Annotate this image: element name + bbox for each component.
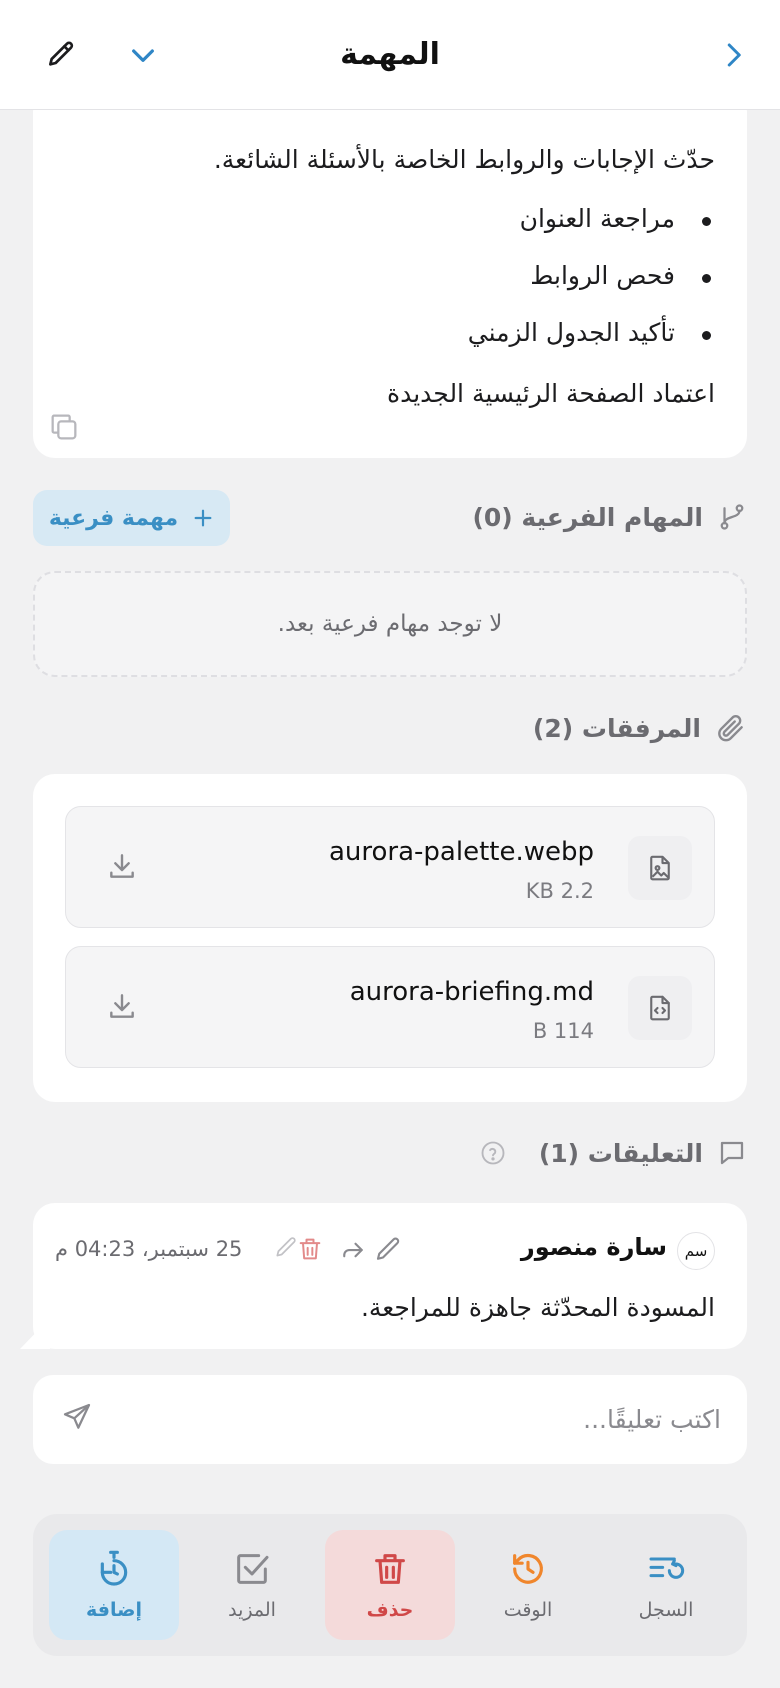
tab-time[interactable]: الوقت xyxy=(463,1530,593,1640)
tab-label: حذف xyxy=(366,1599,414,1621)
tab-more[interactable]: المزيد xyxy=(187,1530,317,1640)
attachments-title: المرفقات (2) xyxy=(532,713,701,743)
tab-label: إضافة xyxy=(86,1599,142,1621)
edit-comment-icon-wrap[interactable] xyxy=(373,1235,403,1265)
description-bullet: فحص الروابط xyxy=(530,261,711,290)
attachment-type xyxy=(628,976,692,1040)
description-intro: حدّث الإجابات والروابط الخاصة بالأسئلة ا… xyxy=(213,145,715,174)
copy-icon xyxy=(51,414,77,440)
download-button[interactable] xyxy=(106,990,138,1022)
page-title: المهمة xyxy=(340,37,440,72)
comment-item: سم سارة منصور 25 سبتمبر، 04:23 م المسودة… xyxy=(33,1203,747,1349)
chevron-right-icon xyxy=(727,43,741,67)
description-card: حدّث الإجابات والروابط الخاصة بالأسئلة ا… xyxy=(33,90,747,458)
subtasks-empty-state: لا توجد مهام فرعية بعد. xyxy=(33,571,747,677)
trash-icon xyxy=(299,1238,321,1260)
description-bullet: مراجعة العنوان xyxy=(519,204,712,233)
add-subtask-button[interactable]: مهمة فرعية xyxy=(33,490,230,546)
branch-icon xyxy=(720,504,744,530)
chevron-down-icon xyxy=(132,49,154,62)
edit-history-button[interactable] xyxy=(273,1235,299,1261)
paperclip-icon xyxy=(718,714,743,742)
attachment-size: KB 2.2 xyxy=(525,879,594,903)
pencil-icon xyxy=(49,41,74,66)
edit-button[interactable] xyxy=(38,32,84,78)
delete-comment-button[interactable] xyxy=(299,1235,344,1263)
description-bullet: تأكيد الجدول الزمني xyxy=(467,318,712,347)
trash-icon xyxy=(375,1554,405,1584)
image-file-icon xyxy=(650,855,670,881)
attachment-type xyxy=(628,836,692,900)
subtasks-title: المهام الفرعية (0) xyxy=(472,502,703,532)
download-icon xyxy=(110,994,134,1018)
empty-text: لا توجد مهام فرعية بعد. xyxy=(277,611,503,637)
tab-label: المزيد xyxy=(228,1599,276,1621)
comments-title: التعليقات (1) xyxy=(538,1138,703,1168)
plus-icon xyxy=(194,509,212,527)
copy-button[interactable] xyxy=(47,410,81,444)
attachments-card: aurora-palette.webp KB 2.2 aurora-briefi… xyxy=(33,774,747,1102)
comment-date: 25 سبتمبر، 04:23 م xyxy=(55,1237,243,1261)
comments-heading: التعليقات (1) xyxy=(479,1138,747,1168)
tab-history[interactable]: السجل xyxy=(601,1530,731,1640)
subtasks-heading: المهام الفرعية (0) xyxy=(472,502,747,532)
tab-label: السجل xyxy=(638,1599,694,1621)
comment-text: المسودة المحدّثة جاهزة للمراجعة. xyxy=(360,1293,715,1322)
comment-author: سارة منصور xyxy=(520,1233,667,1261)
timer-add-icon xyxy=(100,1550,128,1586)
top-bar: المهمة xyxy=(0,0,780,110)
collapse-button[interactable] xyxy=(120,32,166,78)
download-button[interactable] xyxy=(106,850,138,882)
send-icon xyxy=(63,1403,91,1429)
back-button[interactable] xyxy=(710,32,756,78)
help-icon[interactable] xyxy=(479,1139,507,1167)
attachment-row[interactable]: aurora-briefing.md B 114 xyxy=(65,946,715,1068)
pencil-icon xyxy=(376,1237,400,1260)
checkbox-icon xyxy=(237,1554,269,1584)
bottom-action-bar: السجل الوقت حذف المزيد إضافة xyxy=(33,1514,747,1656)
comment-bubble-icon xyxy=(720,1141,744,1165)
attachment-size: B 114 xyxy=(532,1019,594,1043)
avatar: سم xyxy=(677,1232,715,1270)
download-icon xyxy=(110,854,134,878)
attachments-heading: المرفقات (2) xyxy=(533,712,747,744)
comment-composer xyxy=(33,1375,747,1464)
pencil-small-icon xyxy=(276,1237,296,1257)
add-subtask-label: مهمة فرعية xyxy=(48,505,179,531)
tab-label: الوقت xyxy=(503,1599,553,1621)
comment-input[interactable] xyxy=(121,1395,721,1443)
attachment-name: aurora-briefing.md xyxy=(349,977,594,1007)
attachment-name: aurora-palette.webp xyxy=(328,837,594,867)
attachment-row[interactable]: aurora-palette.webp KB 2.2 xyxy=(65,806,715,928)
code-file-icon xyxy=(650,995,670,1021)
tab-add[interactable]: إضافة xyxy=(49,1530,179,1640)
description-closing: اعتماد الصفحة الرئيسية الجديدة xyxy=(387,379,715,408)
history-list-icon xyxy=(649,1557,685,1579)
tab-delete[interactable]: حذف xyxy=(325,1530,455,1640)
send-button[interactable] xyxy=(61,1401,93,1433)
clock-history-icon xyxy=(513,1553,543,1584)
